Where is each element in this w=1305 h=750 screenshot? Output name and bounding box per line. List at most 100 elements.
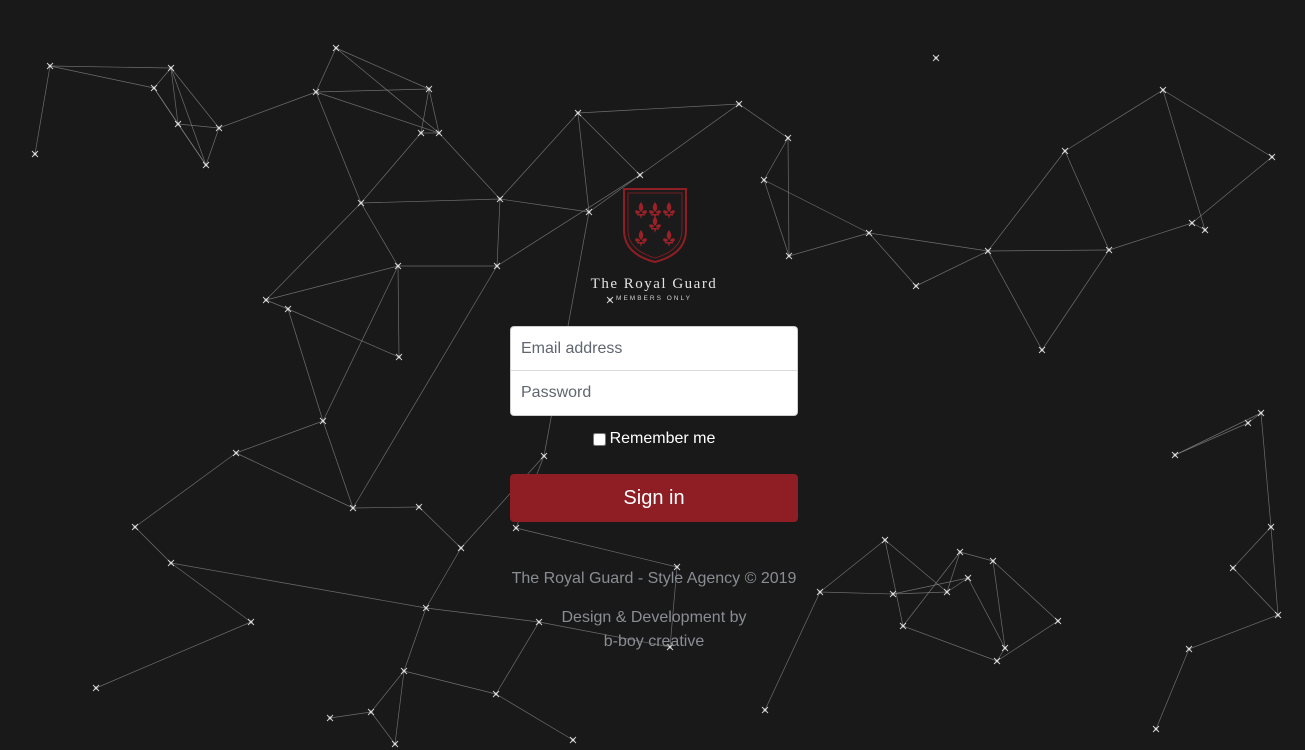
- fleur-de-lis-crest-icon: [623, 188, 687, 264]
- network-node: [492, 690, 500, 698]
- network-edge: [577, 103, 740, 114]
- network-node: [1054, 617, 1062, 625]
- password-field[interactable]: [510, 371, 798, 416]
- network-edge: [418, 506, 462, 549]
- network-edge: [819, 539, 886, 593]
- network-edge: [315, 91, 440, 134]
- network-edge: [987, 250, 1043, 351]
- network-edge: [95, 621, 252, 689]
- network-edge: [639, 103, 740, 176]
- network-edge: [134, 452, 237, 528]
- footer-copyright: The Royal Guard - Style Agency © 2019: [511, 570, 797, 587]
- network-edge: [1260, 412, 1272, 528]
- network-node: [319, 417, 327, 425]
- network-edge: [170, 67, 220, 129]
- network-edge: [1041, 249, 1110, 351]
- network-edge: [403, 670, 497, 695]
- network-node: [31, 150, 39, 158]
- network-edge: [370, 711, 396, 745]
- network-edge: [403, 607, 427, 672]
- network-edge: [892, 577, 969, 595]
- network-edge: [495, 693, 574, 741]
- network-edge: [915, 250, 989, 287]
- brand-subtitle: MEMBERS ONLY: [616, 295, 692, 302]
- network-edge: [394, 670, 405, 745]
- network-edge: [360, 132, 422, 204]
- network-edge: [322, 265, 399, 422]
- network-edge: [946, 551, 961, 593]
- login-panel: The Royal Guard MEMBERS ONLY Remember me…: [510, 186, 798, 654]
- network-edge: [763, 137, 789, 181]
- network-edge: [360, 202, 399, 267]
- network-node: [1268, 153, 1276, 161]
- network-node: [262, 296, 270, 304]
- network-edge: [1232, 526, 1272, 569]
- network-edge: [397, 265, 400, 358]
- network-edge: [992, 560, 1059, 622]
- network-node: [1244, 419, 1252, 427]
- network-node: [636, 171, 644, 179]
- network-edge: [1064, 89, 1164, 152]
- login-form: Remember me Sign in: [510, 326, 798, 522]
- network-edge: [265, 265, 399, 301]
- network-edge: [177, 123, 207, 166]
- network-edge: [1064, 150, 1110, 251]
- network-node: [569, 736, 577, 744]
- network-node: [167, 559, 175, 567]
- network-edge: [996, 620, 1059, 662]
- network-node: [1152, 725, 1160, 733]
- network-node: [1159, 86, 1167, 94]
- remember-me-checkbox[interactable]: [592, 432, 606, 446]
- network-node: [760, 176, 768, 184]
- network-node: [332, 44, 340, 52]
- network-node: [1229, 564, 1237, 572]
- network-edge: [287, 308, 324, 422]
- network-edge: [218, 91, 317, 129]
- email-field[interactable]: [510, 326, 798, 371]
- network-edge: [987, 150, 1066, 252]
- network-edge: [868, 232, 917, 287]
- network-edge: [1270, 526, 1279, 616]
- network-node: [1061, 147, 1069, 155]
- network-node: [202, 161, 210, 169]
- network-edge: [335, 47, 440, 134]
- network-node: [1188, 219, 1196, 227]
- network-node: [1201, 226, 1209, 234]
- remember-me-label: Remember me: [609, 430, 716, 447]
- network-edge: [425, 547, 462, 609]
- network-edge: [265, 299, 289, 310]
- network-edge: [370, 670, 405, 713]
- network-edge: [1188, 614, 1279, 650]
- network-edge: [177, 123, 220, 129]
- network-node: [131, 523, 139, 531]
- network-edge: [1174, 412, 1262, 456]
- network-edge: [322, 420, 354, 509]
- network-edge: [265, 202, 362, 301]
- network-edge: [959, 551, 994, 562]
- network-edge: [235, 452, 354, 509]
- network-edge: [1162, 89, 1206, 231]
- network-edge: [496, 198, 501, 267]
- network-edge: [1232, 567, 1279, 616]
- network-node: [761, 706, 769, 714]
- brand-title: The Royal Guard: [590, 276, 718, 292]
- remember-me[interactable]: Remember me: [510, 430, 798, 448]
- network-edge: [1174, 422, 1249, 456]
- network-edge: [49, 65, 155, 89]
- footer: The Royal Guard - Style Agency © 2019 De…: [512, 570, 797, 654]
- network-edge: [1155, 648, 1190, 730]
- network-node: [92, 684, 100, 692]
- network-node: [1185, 645, 1193, 653]
- network-node: [993, 657, 1001, 665]
- network-edge: [49, 65, 172, 69]
- sign-in-button[interactable]: Sign in: [510, 474, 798, 522]
- network-edge: [315, 91, 362, 204]
- network-edge: [360, 198, 501, 204]
- network-node: [932, 54, 940, 62]
- network-edge: [352, 506, 420, 509]
- network-edge: [1191, 156, 1273, 224]
- network-edge: [987, 249, 1110, 252]
- network-edge: [819, 591, 894, 595]
- network-edge: [315, 47, 337, 93]
- network-edge: [1108, 222, 1193, 251]
